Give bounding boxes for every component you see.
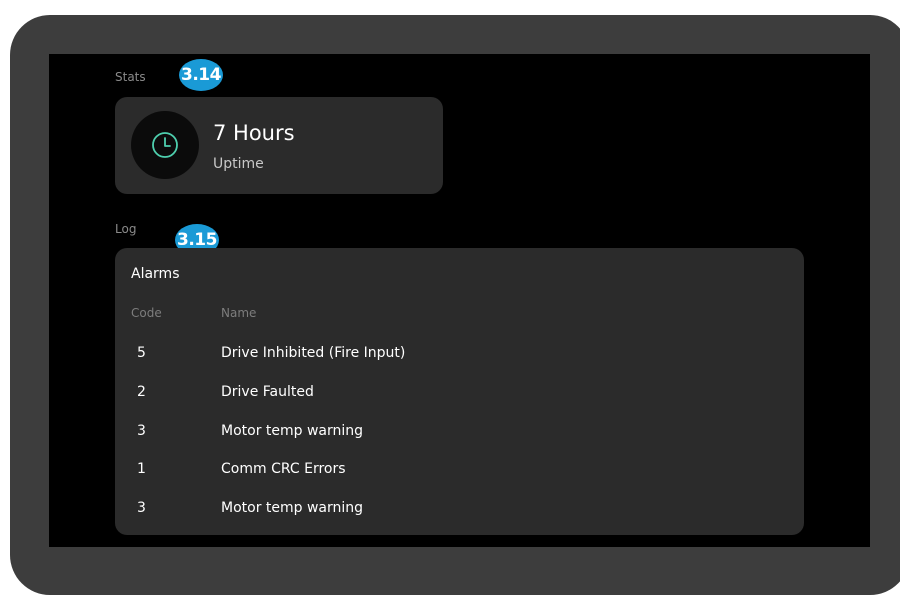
screen: Stats 3.14 7 Hours Uptime Log 3.15 Alarm… bbox=[49, 54, 870, 547]
alarm-name: Motor temp warning bbox=[221, 500, 364, 516]
column-header-name: Name bbox=[221, 306, 257, 320]
alarm-name: Comm CRC Errors bbox=[221, 461, 346, 477]
uptime-stat-card: 7 Hours Uptime bbox=[115, 97, 443, 194]
alarm-row: 3 Motor temp warning bbox=[115, 490, 804, 528]
alarm-row: 1 Comm CRC Errors bbox=[115, 451, 804, 489]
alarm-name: Drive Faulted bbox=[221, 384, 314, 400]
alarm-code: 2 bbox=[137, 384, 146, 400]
alarms-log-card: Alarms Code Name 5 Drive Inhibited (Fire… bbox=[115, 248, 804, 535]
alarm-code: 1 bbox=[137, 461, 146, 477]
stats-annotation-badge: 3.14 bbox=[179, 59, 223, 91]
uptime-value: 7 Hours bbox=[213, 121, 295, 145]
clock-icon bbox=[131, 111, 199, 179]
alarm-code: 3 bbox=[137, 423, 146, 439]
uptime-label: Uptime bbox=[213, 156, 264, 172]
column-header-code: Code bbox=[131, 306, 162, 320]
alarm-code: 5 bbox=[137, 345, 146, 361]
log-section-label: Log bbox=[115, 222, 137, 236]
alarm-code: 3 bbox=[137, 500, 146, 516]
alarm-row: 3 Motor temp warning bbox=[115, 413, 804, 451]
alarm-name: Motor temp warning bbox=[221, 423, 364, 439]
alarm-row: 2 Drive Faulted bbox=[115, 374, 804, 412]
stats-section-label: Stats bbox=[115, 70, 146, 84]
alarms-title: Alarms bbox=[131, 266, 180, 282]
alarm-row: 5 Drive Inhibited (Fire Input) bbox=[115, 335, 804, 373]
alarm-name: Drive Inhibited (Fire Input) bbox=[221, 345, 406, 361]
